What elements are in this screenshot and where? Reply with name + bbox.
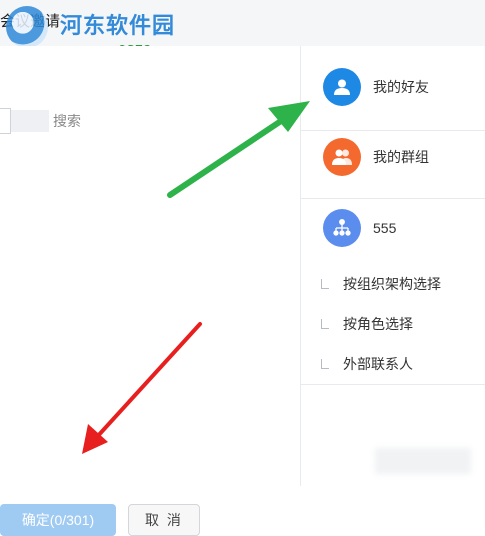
group-my-groups[interactable]: 我的群组 bbox=[301, 138, 485, 176]
option-label: 按组织架构选择 bbox=[343, 276, 441, 292]
tree-branch-icon bbox=[321, 319, 329, 329]
option-by-org-structure[interactable]: 按组织架构选择 bbox=[321, 274, 441, 294]
cancel-button[interactable]: 取 消 bbox=[128, 504, 200, 536]
option-label: 外部联系人 bbox=[343, 356, 413, 372]
group-label: 555 bbox=[373, 220, 397, 236]
contacts-panel: 我的好友 我的群组 555 按组织架构选择 按角色选择 外部联系人 bbox=[300, 46, 485, 486]
divider bbox=[301, 384, 485, 385]
option-by-role[interactable]: 按角色选择 bbox=[321, 314, 413, 334]
watermark-brand: 河东软件园 bbox=[60, 13, 176, 38]
group-icon bbox=[323, 138, 361, 176]
person-icon bbox=[323, 68, 361, 106]
divider bbox=[301, 198, 485, 199]
tree-branch-icon bbox=[321, 359, 329, 369]
search-input[interactable] bbox=[0, 108, 11, 134]
org-chart-icon bbox=[323, 209, 361, 247]
group-label: 我的群组 bbox=[373, 149, 429, 165]
group-my-friends[interactable]: 我的好友 bbox=[301, 68, 485, 106]
watermark-logo-icon bbox=[6, 6, 48, 48]
option-label: 按角色选择 bbox=[343, 316, 413, 332]
group-label: 我的好友 bbox=[373, 79, 429, 95]
search-placeholder: 搜索 bbox=[53, 113, 81, 129]
search-blurred-area bbox=[11, 110, 49, 132]
search-bar[interactable]: 搜索 bbox=[0, 108, 81, 134]
group-organization[interactable]: 555 bbox=[301, 209, 485, 247]
confirm-button[interactable]: 确定(0/301) bbox=[0, 504, 116, 536]
member-select-panel: 搜索 确定(0/301) 取 消 bbox=[0, 46, 300, 536]
blurred-area bbox=[375, 448, 471, 474]
tree-branch-icon bbox=[321, 279, 329, 289]
option-external-contacts[interactable]: 外部联系人 bbox=[321, 354, 413, 374]
title-bar: 会议邀请 河东软件园 bbox=[0, 0, 485, 48]
divider bbox=[301, 130, 485, 131]
